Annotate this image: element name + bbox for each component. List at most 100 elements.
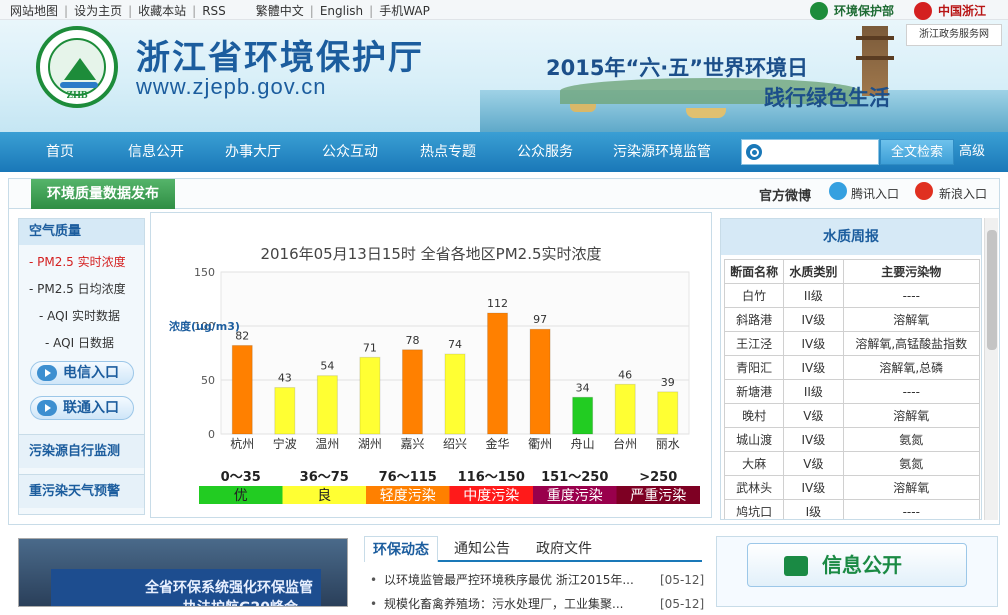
legend-range: 76～115 bbox=[379, 470, 437, 485]
news-date: [05-12] bbox=[660, 573, 705, 587]
news-photo[interactable]: 全省环保系统强化环保监管 执法护航G20峰会 bbox=[18, 538, 348, 607]
pollutant-cell: 溶解氧,高锰酸盐指数 bbox=[842, 331, 981, 356]
search-button[interactable]: 全文检索 bbox=[880, 139, 954, 165]
sidebar-item-pm25-daily[interactable]: - PM2.5 日均浓度 bbox=[29, 280, 126, 297]
tencent-weibo-icon bbox=[829, 182, 847, 200]
legend-label: 轻度污染 bbox=[380, 488, 436, 504]
sidebar-item-pm25-realtime[interactable]: - PM2.5 实时浓度 bbox=[29, 253, 126, 270]
panel-tab[interactable]: 环境质量数据发布 bbox=[31, 179, 175, 209]
nav-service-hall[interactable]: 办事大厅 bbox=[225, 132, 281, 172]
news-title: 以环境监管最严控环境秩序最优 浙江2015年... bbox=[384, 573, 634, 587]
sidebar-item-aqi-realtime[interactable]: - AQI 实时数据 bbox=[39, 307, 120, 324]
unicom-entry-button[interactable]: 联通入口 bbox=[30, 396, 134, 420]
telecom-entry-label: 电信入口 bbox=[63, 365, 119, 381]
chart-canvas: 2016年05月13日15时 全省各地区PM2.5实时浓度050100150浓度… bbox=[169, 245, 700, 504]
col-pollutant: 主要污染物 bbox=[842, 259, 981, 284]
bar-value-label: 112 bbox=[487, 297, 508, 310]
nav-pollution-source[interactable]: 污染源环境监管 bbox=[613, 132, 711, 172]
bar bbox=[487, 312, 509, 435]
nav-home[interactable]: 首页 bbox=[46, 132, 74, 172]
rss-link[interactable]: RSS bbox=[202, 4, 226, 18]
arrow-icon bbox=[37, 365, 57, 381]
section-cell: 鸠坑口 bbox=[723, 499, 785, 519]
boat-image bbox=[686, 108, 726, 118]
gov-service-label: 浙江政务服务网 bbox=[919, 29, 989, 40]
legend-label: 优 bbox=[234, 488, 248, 504]
sina-weibo-link[interactable]: 新浪入口 bbox=[939, 185, 987, 202]
info-public-label: 信息公开 bbox=[822, 553, 902, 577]
grade-cell: IV级 bbox=[783, 475, 844, 500]
sidebar-title: 空气质量 bbox=[19, 219, 144, 245]
section-cell: 王江泾 bbox=[723, 331, 785, 356]
bar-value-label: 71 bbox=[363, 341, 377, 354]
bar-value-label: 74 bbox=[448, 338, 462, 351]
tab-notices[interactable]: 通知公告 bbox=[454, 536, 510, 562]
tab-gov-documents[interactable]: 政府文件 bbox=[536, 536, 592, 562]
pollutant-cell: 氨氮 bbox=[842, 427, 981, 452]
news-tabs: 环保动态 通知公告 政府文件 bbox=[364, 536, 702, 562]
zhb-logo[interactable]: ZHB bbox=[36, 26, 118, 108]
heavy-pollution-warning-link[interactable]: 重污染天气预警 bbox=[19, 474, 144, 508]
section-cell: 白竹 bbox=[723, 283, 785, 308]
bar bbox=[231, 344, 253, 435]
bar-value-label: 46 bbox=[618, 368, 632, 381]
unicom-entry-label: 联通入口 bbox=[63, 400, 119, 416]
pollution-self-monitoring-link[interactable]: 污染源自行监测 bbox=[19, 434, 144, 468]
pollutant-cell: ---- bbox=[842, 379, 981, 404]
book-icon bbox=[784, 556, 808, 576]
grade-cell: IV级 bbox=[783, 427, 844, 452]
panel-header: 环境质量数据发布 官方微博 腾讯入口 新浪入口 bbox=[9, 179, 999, 209]
sidebar-item-aqi-daily[interactable]: - AQI 日数据 bbox=[45, 334, 114, 351]
tencent-weibo-link[interactable]: 腾讯入口 bbox=[851, 185, 899, 202]
advanced-search-link[interactable]: 高级 bbox=[959, 139, 985, 165]
y-tick-label: 50 bbox=[201, 374, 215, 387]
english-link[interactable]: English bbox=[320, 4, 363, 18]
water-row: 青阳汇 IV级 溶解氧,总磷 bbox=[723, 355, 981, 380]
site-title[interactable]: 浙江省环境保护厅 bbox=[136, 30, 424, 79]
bar bbox=[657, 391, 679, 435]
news-item[interactable]: • 以环境监管最严控环境秩序最优 浙江2015年... [05-12] bbox=[364, 569, 705, 591]
traditional-chinese-link[interactable]: 繁體中文 bbox=[256, 4, 304, 18]
env-ministry-link[interactable]: 环境保护部 bbox=[834, 2, 894, 19]
pollutant-cell: 溶解氧 bbox=[842, 307, 981, 332]
section-cell: 城山渡 bbox=[723, 427, 785, 452]
gov-service-link[interactable]: 浙江政务服务网 bbox=[906, 24, 1002, 46]
boat-image bbox=[570, 104, 596, 112]
nav-public-service[interactable]: 公众服务 bbox=[517, 132, 573, 172]
site-url: www.zjepb.gov.cn bbox=[136, 74, 327, 99]
water-table-scrollbar[interactable] bbox=[984, 218, 998, 520]
legend-label: 严重污染 bbox=[630, 488, 686, 504]
bar bbox=[529, 328, 551, 435]
nav-public-interaction[interactable]: 公众互动 bbox=[322, 132, 378, 172]
telecom-entry-button[interactable]: 电信入口 bbox=[30, 361, 134, 385]
grade-cell: IV级 bbox=[783, 355, 844, 380]
y-axis-label: 浓度(ug/m3) bbox=[169, 319, 240, 333]
legend-range: 116～150 bbox=[458, 470, 525, 485]
partner-links: 环境保护部 中国浙江 bbox=[808, 0, 1008, 22]
grade-cell: II级 bbox=[783, 379, 844, 404]
nav-hot-topics[interactable]: 热点专题 bbox=[420, 132, 476, 172]
section-cell: 大麻 bbox=[723, 451, 785, 476]
mobile-wap-link[interactable]: 手机WAP bbox=[379, 4, 430, 18]
water-row: 斜路港 IV级 溶解氧 bbox=[723, 307, 981, 332]
tab-env-news[interactable]: 环保动态 bbox=[364, 536, 438, 562]
search-icon bbox=[746, 144, 762, 160]
water-row: 王江泾 IV级 溶解氧,高锰酸盐指数 bbox=[723, 331, 981, 356]
x-tick-label: 湖州 bbox=[358, 436, 382, 451]
info-public-button[interactable]: 信息公开 bbox=[747, 543, 967, 587]
news-item[interactable]: • 规模化畜禽养殖场：污水处理厂，工业集聚... [05-12] bbox=[364, 593, 704, 615]
x-tick-label: 宁波 bbox=[273, 436, 297, 451]
china-zhejiang-link[interactable]: 中国浙江 bbox=[938, 2, 986, 19]
col-grade: 水质类别 bbox=[783, 259, 844, 284]
nav-info-public[interactable]: 信息公开 bbox=[128, 132, 184, 172]
sitemap-link[interactable]: 网站地图 bbox=[10, 4, 58, 18]
y-tick-label: 150 bbox=[194, 266, 215, 279]
photo-caption-2: 执法护航G20峰会 bbox=[183, 597, 298, 606]
bar bbox=[572, 396, 594, 435]
set-homepage-link[interactable]: 设为主页 bbox=[74, 4, 122, 18]
zhejiang-icon bbox=[914, 2, 932, 20]
grade-cell: V级 bbox=[783, 403, 844, 428]
bookmark-link[interactable]: 收藏本站 bbox=[138, 4, 186, 18]
search-input[interactable] bbox=[741, 139, 879, 165]
chart-title: 2016年05月13日15时 全省各地区PM2.5实时浓度 bbox=[260, 245, 601, 263]
